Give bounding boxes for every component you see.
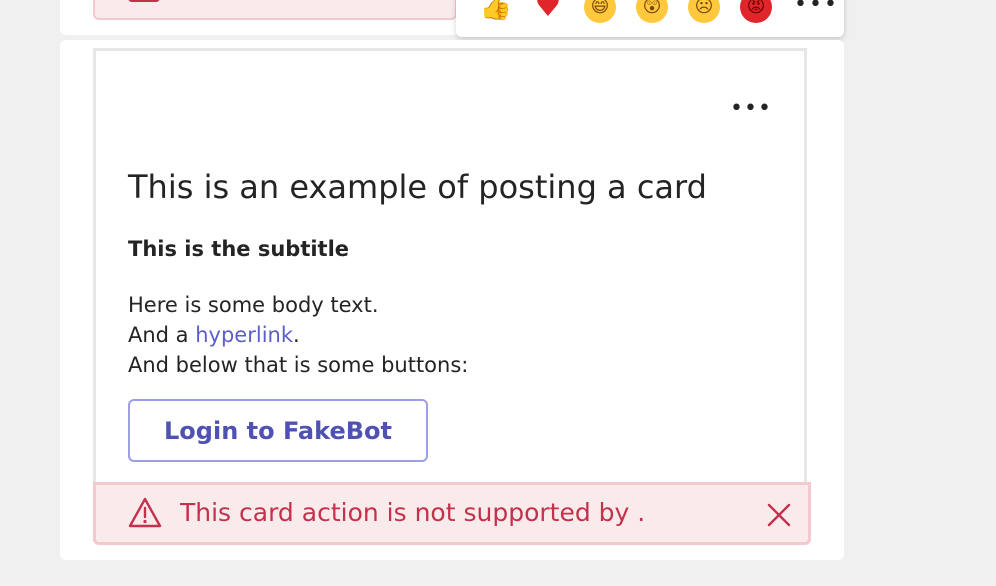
surprised-icon[interactable]: 😲 [636,0,668,23]
laugh-icon[interactable]: 😄 [584,0,616,23]
more-reactions-button[interactable]: ••• [794,0,839,23]
close-icon[interactable] [766,502,792,528]
body-line-1: Here is some body text. [128,293,379,317]
card-title: This is an example of posting a card [128,168,707,206]
body-line-2-suffix: . [293,323,300,347]
hyperlink[interactable]: hyperlink [195,323,293,347]
angry-icon[interactable]: 😡 [740,0,772,23]
body-line-2-prefix: And a [128,323,196,347]
body-line-3: And below that is some buttons: [128,353,469,377]
card-subtitle: This is the subtitle [128,237,350,261]
previous-card-error-strip [93,0,457,20]
previous-card-icon [128,0,160,2]
login-button[interactable]: Login to FakeBot [128,399,428,462]
reaction-bar: 👍 ♥ 😄 😲 ☹ 😡 ••• [456,0,844,37]
error-message: This card action is not supported by . [180,498,646,527]
sad-icon[interactable]: ☹ [688,0,720,23]
heart-icon[interactable]: ♥ [532,0,564,23]
card-more-options-button[interactable]: ••• [730,96,772,121]
warning-icon [128,497,162,528]
body-line-2: And a hyperlink. [128,320,468,350]
card-body: Here is some body text. And a hyperlink.… [128,290,468,380]
like-icon[interactable]: 👍 [480,0,512,23]
